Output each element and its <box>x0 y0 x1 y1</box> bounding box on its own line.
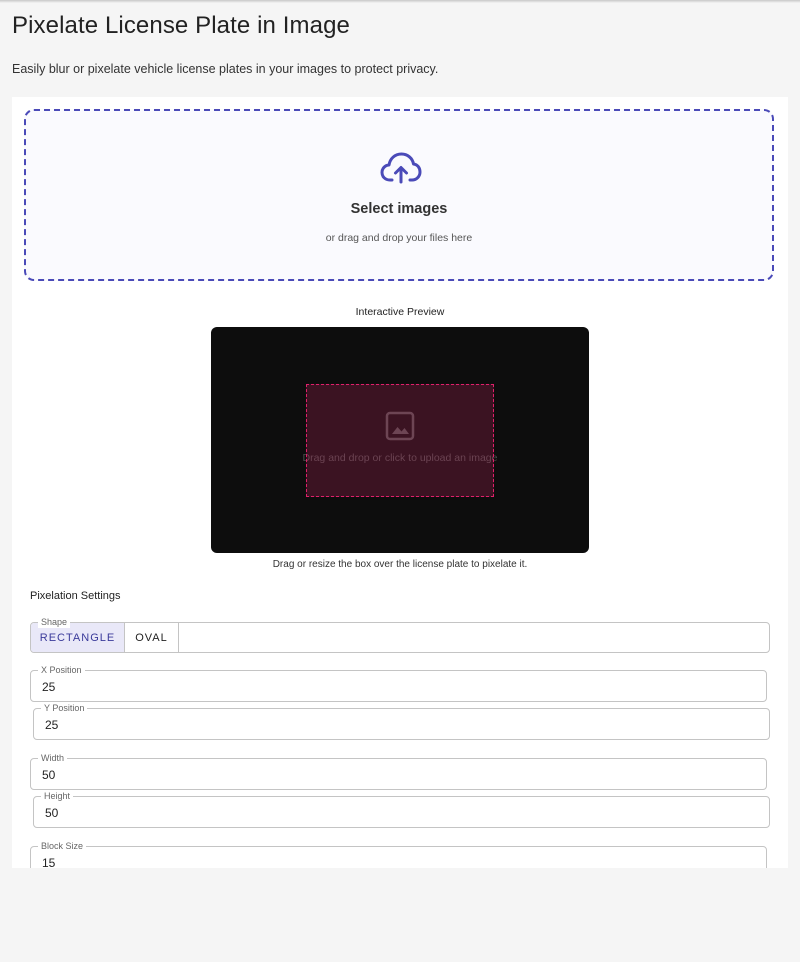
page-title: Pixelate License Plate in Image <box>12 12 350 39</box>
shape-oval-button[interactable]: OVAL <box>125 623 179 652</box>
block-size-field[interactable]: Block Size 15 <box>30 841 767 868</box>
preview-canvas[interactable]: Drag and drop or click to upload an imag… <box>211 327 589 553</box>
y-position-value: 25 <box>45 718 59 732</box>
pixelate-selection-box[interactable] <box>306 384 494 497</box>
height-label: Height <box>41 791 74 802</box>
block-size-value: 15 <box>42 856 56 868</box>
height-value: 50 <box>45 806 59 820</box>
preview-caption: Drag or resize the box over the license … <box>272 559 528 570</box>
upload-title: Select images <box>350 201 448 217</box>
width-field[interactable]: Width 50 <box>30 753 767 790</box>
cloud-upload-icon <box>380 152 422 184</box>
top-shadow <box>0 0 800 3</box>
y-position-label: Y Position <box>41 703 88 714</box>
preview-label: Interactive Preview <box>355 306 445 318</box>
height-field[interactable]: Height 50 <box>33 791 770 828</box>
width-value: 50 <box>42 768 56 782</box>
shape-selector: RECTANGLE OVAL Shape <box>30 617 770 653</box>
upload-subtitle: or drag and drop your files here <box>325 232 473 244</box>
x-position-value: 25 <box>42 680 56 694</box>
x-position-field[interactable]: X Position 25 <box>30 665 767 702</box>
width-label: Width <box>38 753 68 764</box>
tool-card: Select images or drag and drop your file… <box>12 97 788 868</box>
y-position-field[interactable]: Y Position 25 <box>33 703 770 740</box>
page-subtitle: Easily blur or pixelate vehicle license … <box>12 62 439 76</box>
upload-dropzone[interactable]: Select images or drag and drop your file… <box>24 109 774 281</box>
x-position-label: X Position <box>38 665 85 676</box>
settings-title: Pixelation Settings <box>30 590 121 602</box>
block-size-label: Block Size <box>38 841 87 852</box>
shape-label: Shape <box>38 617 71 628</box>
